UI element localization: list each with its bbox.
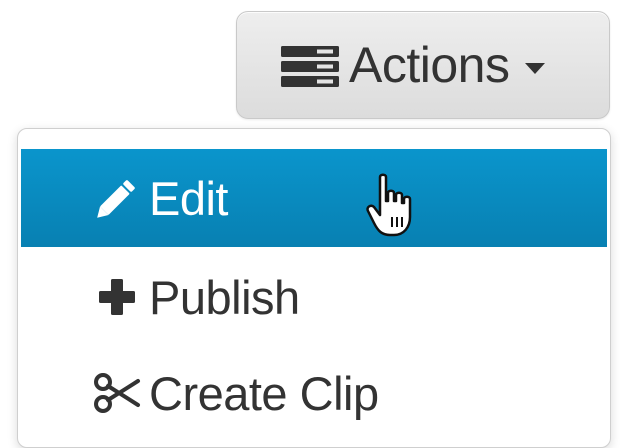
menu-item-create-clip[interactable]: Create Clip [21,345,607,441]
stack-icon [281,46,339,87]
scissors-icon [94,373,140,413]
menu-item-label: Edit [149,171,229,225]
actions-button[interactable]: Actions [236,11,610,119]
menu-item-label: Create Clip [149,366,379,420]
actions-button-label: Actions [349,37,510,93]
pencil-icon [97,180,135,218]
menu-item-edit[interactable]: Edit [21,149,607,247]
caret-down-icon [525,62,546,74]
plus-icon [99,279,135,315]
menu-item-publish[interactable]: Publish [21,249,607,345]
menu-item-label: Publish [149,270,300,324]
actions-dropdown-menu: Edit Publish Create Clip [17,128,611,448]
